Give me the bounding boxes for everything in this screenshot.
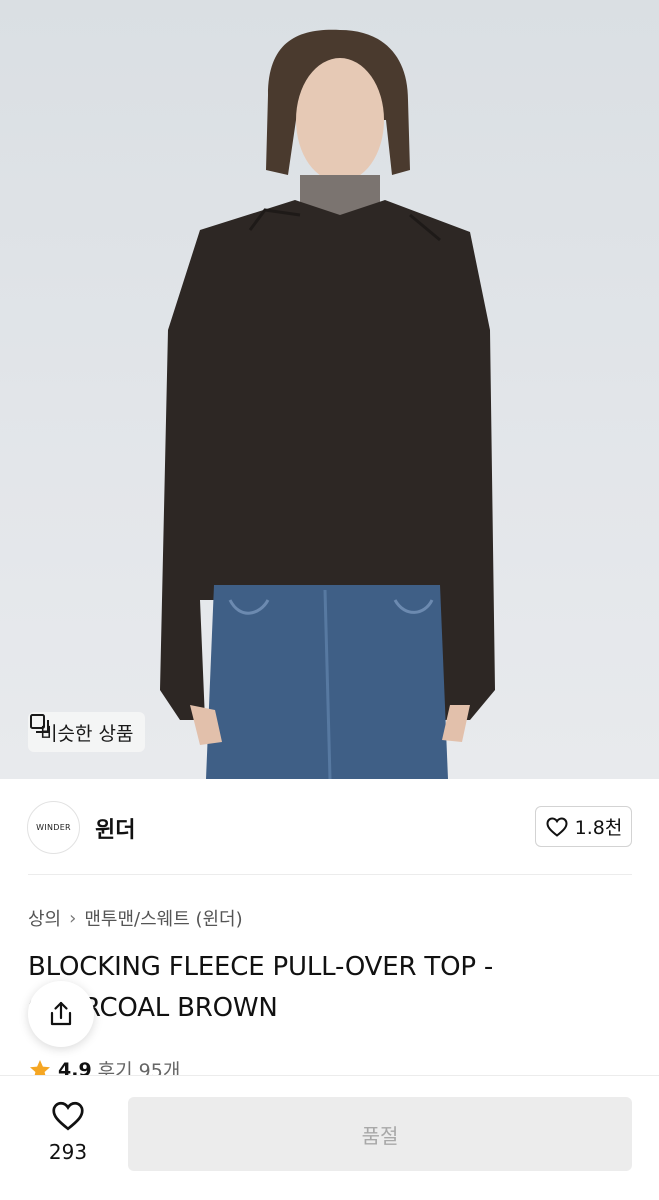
share-button[interactable] (28, 981, 94, 1047)
model-photo (160, 29, 495, 779)
sold-out-button[interactable]: 품절 (128, 1097, 632, 1171)
chevron-right-icon: › (69, 907, 77, 929)
bottom-action-bar: 293 품절 (0, 1075, 659, 1200)
brand-logo[interactable]: WINDER (27, 801, 80, 854)
product-image[interactable]: 비슷한 상품 (0, 0, 659, 779)
breadcrumb: 상의 › 맨투맨/스웨트 (윈더) (28, 905, 243, 931)
product-title: BLOCKING FLEECE PULL-OVER TOP - CHARCOAL… (28, 952, 494, 1023)
brand-row: WINDER 윈더 1.8천 (0, 779, 659, 875)
brand-like-button[interactable]: 1.8천 (535, 806, 632, 847)
heart-icon (546, 816, 568, 837)
breadcrumb-subcategory[interactable]: 맨투맨/스웨트 (윈더) (84, 905, 242, 931)
wishlist-button[interactable]: 293 (28, 1098, 108, 1168)
similar-products-button[interactable]: 비슷한 상품 (28, 712, 146, 752)
brand-logo-text: WINDER (36, 823, 71, 832)
similar-icon (30, 714, 49, 733)
share-icon (50, 1001, 72, 1026)
similar-products-label: 비슷한 상품 (40, 722, 134, 745)
breadcrumb-category[interactable]: 상의 (28, 905, 61, 931)
divider (28, 874, 632, 875)
heart-icon (52, 1101, 84, 1131)
brand-name[interactable]: 윈더 (95, 812, 135, 844)
wishlist-count: 293 (48, 1140, 88, 1164)
brand-like-count: 1.8천 (574, 817, 623, 839)
